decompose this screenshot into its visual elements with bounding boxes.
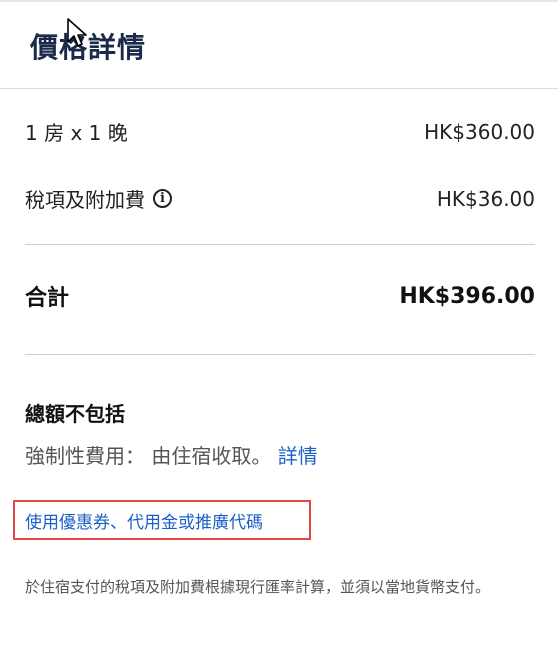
mandatory-fees-text: 強制性費用： 由住宿收取。 [25,444,272,468]
excluded-title: 總額不包括 [25,402,125,426]
excluded-text-line: 強制性費用： 由住宿收取。 詳情 [25,440,318,469]
room-label: 1 房 x 1 晚 [25,121,128,145]
divider [25,244,535,245]
room-price-row: 1 房 x 1 晚 HK$360.00 [25,117,535,146]
tax-row: 稅項及附加費 i HK$36.00 [25,184,535,213]
price-details-header: 價格詳情 [0,0,558,89]
page-title: 價格詳情 [30,31,147,64]
currency-note: 於住宿支付的稅項及附加費根據現行匯率計算，並須以當地貨幣支付。 [25,578,491,596]
info-icon[interactable]: i [153,189,172,208]
mouse-cursor-icon [67,18,87,47]
total-row: 合計 HK$396.00 [25,280,535,312]
room-price: HK$360.00 [424,119,535,144]
total-label: 合計 [25,286,70,311]
tax-price: HK$36.00 [436,186,535,211]
details-link[interactable]: 詳情 [278,444,318,468]
promo-code-link[interactable]: 使用優惠券、代用金或推廣代碼 [25,508,263,533]
divider [25,354,535,355]
total-price: HK$396.00 [399,283,535,309]
tax-label-group: 稅項及附加費 i [25,184,172,213]
tax-label: 稅項及附加費 [25,188,145,212]
promo-highlight-box: 使用優惠券、代用金或推廣代碼 [13,500,311,540]
